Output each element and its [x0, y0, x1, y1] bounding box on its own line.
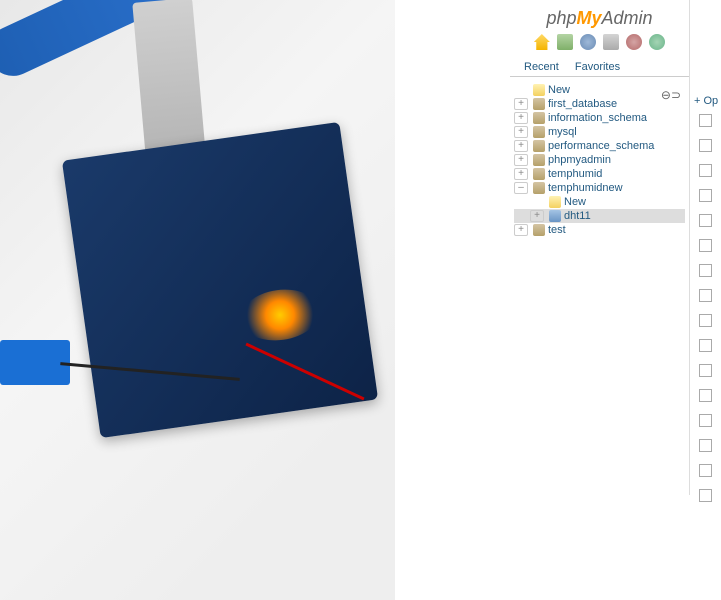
table-icon — [549, 210, 561, 222]
expand-icon[interactable]: + — [530, 210, 544, 222]
settings-icon[interactable] — [626, 34, 642, 50]
db-icon — [533, 112, 545, 124]
db-icon — [533, 224, 545, 236]
tree-node-temphumid[interactable]: + temphumid — [514, 167, 685, 181]
right-strip: + Op — [691, 0, 721, 600]
row-checkbox[interactable] — [699, 239, 712, 252]
row-checkbox[interactable] — [699, 264, 712, 277]
row-checkbox[interactable] — [699, 114, 712, 127]
phpmyadmin-logo[interactable]: phpMyAdmin — [510, 0, 689, 31]
help-icon[interactable] — [580, 34, 596, 50]
node-label: New — [548, 84, 570, 96]
expand-icon[interactable]: + — [514, 168, 528, 180]
db-icon — [533, 182, 545, 194]
row-checkbox[interactable] — [699, 139, 712, 152]
tree-node-test[interactable]: + test — [514, 223, 685, 237]
collapse-icon[interactable]: – — [514, 182, 528, 194]
row-checkbox[interactable] — [699, 439, 712, 452]
row-checkbox[interactable] — [699, 414, 712, 427]
expand-icon[interactable]: + — [514, 154, 528, 166]
phpmyadmin-panel: phpMyAdmin Recent Favorites ⊖⊃ New + first… — [510, 0, 721, 600]
db-icon — [533, 126, 545, 138]
logo-admin: Admin — [602, 8, 653, 28]
tabs: Recent Favorites — [510, 56, 689, 77]
row-checkbox[interactable] — [699, 289, 712, 302]
node-label: performance_schema — [548, 140, 654, 152]
sql-icon[interactable] — [557, 34, 573, 50]
logo-php: php — [546, 8, 576, 28]
row-checkbox[interactable] — [699, 489, 712, 502]
row-checkbox[interactable] — [699, 464, 712, 477]
row-checkbox[interactable] — [699, 364, 712, 377]
tab-favorites[interactable]: Favorites — [567, 58, 628, 76]
home-icon[interactable] — [534, 34, 550, 50]
docs-icon[interactable] — [603, 34, 619, 50]
options-link[interactable]: + Op — [694, 95, 718, 107]
node-label: information_schema — [548, 112, 647, 124]
node-label: mysql — [548, 126, 577, 138]
expand-icon[interactable]: + — [514, 126, 528, 138]
tree-node-dht11[interactable]: + dht11 — [514, 209, 685, 223]
node-label: temphumid — [548, 168, 602, 180]
node-label: phpmyadmin — [548, 154, 611, 166]
expand-icon[interactable]: + — [514, 112, 528, 124]
row-checkbox[interactable] — [699, 214, 712, 227]
tree-node-first-database[interactable]: + first_database — [514, 97, 685, 111]
unlink-icon[interactable]: ⊖⊃ — [661, 88, 681, 102]
logo-my: My — [577, 8, 602, 28]
checkbox-column — [699, 114, 712, 514]
db-icon — [533, 154, 545, 166]
db-icon — [533, 140, 545, 152]
hardware-photo — [0, 0, 395, 600]
tree-node-new[interactable]: New — [514, 195, 685, 209]
row-checkbox[interactable] — [699, 314, 712, 327]
db-icon — [533, 168, 545, 180]
db-icon — [533, 98, 545, 110]
tree-node-information-schema[interactable]: + information_schema — [514, 111, 685, 125]
tree-node-new[interactable]: New — [514, 83, 685, 97]
arduino-board — [62, 122, 378, 438]
tree-node-phpmyadmin[interactable]: + phpmyadmin — [514, 153, 685, 167]
node-label: New — [564, 196, 586, 208]
expand-icon[interactable]: + — [514, 98, 528, 110]
new-icon — [533, 84, 545, 96]
expand-icon[interactable]: + — [514, 140, 528, 152]
node-label: dht11 — [564, 210, 591, 222]
node-label: first_database — [548, 98, 617, 110]
tab-recent[interactable]: Recent — [516, 58, 567, 76]
expand-icon[interactable]: + — [514, 224, 528, 236]
tree-node-performance-schema[interactable]: + performance_schema — [514, 139, 685, 153]
reload-icon[interactable] — [649, 34, 665, 50]
gap — [395, 0, 510, 600]
node-label: temphumidnew — [548, 182, 623, 194]
row-checkbox[interactable] — [699, 389, 712, 402]
row-checkbox[interactable] — [699, 189, 712, 202]
node-label: test — [548, 224, 566, 236]
toolbar — [510, 31, 689, 56]
new-icon — [549, 196, 561, 208]
tree-node-temphumidnew[interactable]: – temphumidnew — [514, 181, 685, 195]
row-checkbox[interactable] — [699, 339, 712, 352]
row-checkbox[interactable] — [699, 164, 712, 177]
tree-node-mysql[interactable]: + mysql — [514, 125, 685, 139]
